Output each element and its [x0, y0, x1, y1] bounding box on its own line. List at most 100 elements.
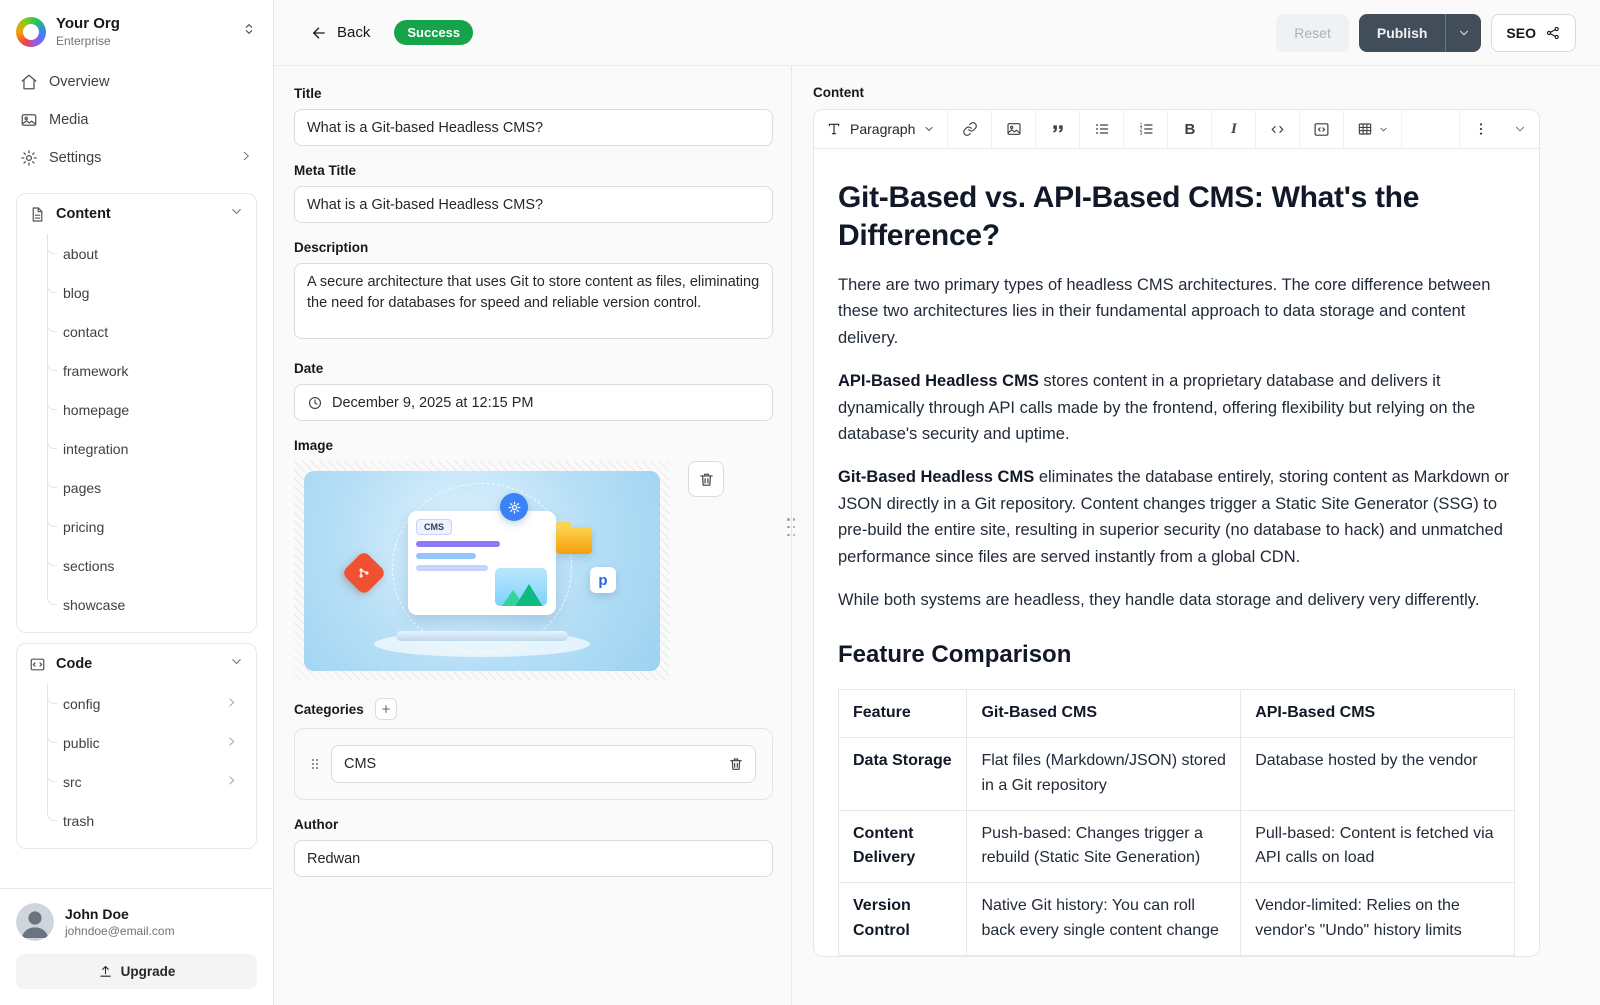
table-cell[interactable]: Push-based: Changes trigger a rebuild (S… — [967, 810, 1241, 883]
table-cell[interactable]: Vendor-limited: Relies on the vendor's "… — [1241, 883, 1515, 956]
toolbar-collapse-button[interactable] — [1501, 110, 1539, 148]
tree-item-sections[interactable]: sections — [17, 546, 248, 585]
chevron-right-icon — [239, 149, 253, 167]
author-input[interactable] — [294, 840, 773, 877]
italic-button[interactable]: I — [1212, 110, 1256, 148]
tree-item-config[interactable]: config — [17, 684, 248, 723]
table-cell[interactable]: Version Control — [839, 883, 967, 956]
panel-resize-handle[interactable] — [791, 66, 792, 1005]
title-field: Title — [294, 86, 773, 146]
sidebar-item-overview[interactable]: Overview — [10, 63, 263, 101]
cms-illustration: CMS — [304, 471, 660, 671]
chevron-down-icon — [1513, 122, 1527, 136]
date-input[interactable]: December 9, 2025 at 12:15 PM — [294, 384, 773, 421]
block-type-label: Paragraph — [850, 121, 915, 137]
chevron-down-icon — [1457, 26, 1471, 40]
table-cell[interactable]: Content Delivery — [839, 810, 967, 883]
bold-button[interactable]: B — [1168, 110, 1212, 148]
tree-item-public[interactable]: public — [17, 723, 248, 762]
bullet-list-button[interactable] — [1080, 110, 1124, 148]
block-type-dropdown[interactable]: Paragraph — [814, 110, 948, 148]
table-header-cell[interactable]: API-Based CMS — [1241, 690, 1515, 738]
tree-item-blog[interactable]: blog — [17, 273, 248, 312]
tree-item-pages[interactable]: pages — [17, 468, 248, 507]
publish-dropdown-button[interactable] — [1445, 14, 1481, 52]
bullet-list-icon — [1094, 121, 1110, 137]
tree-item-trash[interactable]: trash — [17, 801, 248, 840]
categories-field: Categories — [294, 698, 773, 800]
back-button[interactable]: Back — [310, 24, 370, 42]
description-field: Description A secure architecture that u… — [294, 240, 773, 344]
link-button[interactable] — [948, 110, 992, 148]
table-cell[interactable]: Native Git history: You can roll back ev… — [967, 883, 1241, 956]
table-cell[interactable]: Security — [839, 955, 967, 956]
tree-item-label: blog — [63, 285, 89, 301]
insert-image-button[interactable] — [992, 110, 1036, 148]
code-block-button[interactable] — [1300, 110, 1344, 148]
table-cell[interactable]: High: No database to hack; files are sta… — [967, 955, 1241, 956]
tree-item-homepage[interactable]: homepage — [17, 390, 248, 429]
tree-item-integration[interactable]: integration — [17, 429, 248, 468]
upgrade-button[interactable]: Upgrade — [16, 954, 257, 989]
meta-title-input[interactable] — [294, 186, 773, 223]
chevron-right-icon — [225, 696, 238, 712]
clock-icon — [307, 395, 323, 411]
table-row: Version Control Native Git history: You … — [839, 883, 1515, 956]
tree-item-label: src — [63, 774, 82, 790]
tree-item-framework[interactable]: framework — [17, 351, 248, 390]
drag-handle-icon[interactable] — [307, 756, 323, 772]
table-header-cell[interactable]: Git-Based CMS — [967, 690, 1241, 738]
topbar: Back Success Reset Publish SEO — [274, 0, 1600, 66]
tree-item-showcase[interactable]: showcase — [17, 585, 248, 624]
seo-button[interactable]: SEO — [1491, 14, 1576, 52]
publish-button[interactable]: Publish — [1359, 14, 1446, 52]
upload-icon — [98, 964, 113, 979]
chevrons-up-down-icon — [241, 21, 257, 42]
reset-button[interactable]: Reset — [1276, 14, 1349, 52]
doc-paragraph[interactable]: While both systems are headless, they ha… — [838, 587, 1515, 613]
inline-code-icon — [1269, 121, 1286, 138]
code-section-header[interactable]: Code — [17, 644, 256, 684]
inline-code-button[interactable] — [1256, 110, 1300, 148]
table-cell[interactable]: Pull-based: Content is fetched via API c… — [1241, 810, 1515, 883]
delete-image-button[interactable] — [688, 461, 724, 497]
table-cell[interactable]: Moderate: Relies on API security and end… — [1241, 955, 1515, 956]
tree-item-contact[interactable]: contact — [17, 312, 248, 351]
table-cell[interactable]: Data Storage — [839, 738, 967, 811]
date-label: Date — [294, 361, 773, 376]
comparison-table: Feature Git-Based CMS API-Based CMS Data… — [838, 689, 1515, 956]
category-input[interactable] — [331, 745, 756, 783]
chevron-right-icon — [225, 735, 238, 751]
content-section-header[interactable]: Content — [17, 194, 256, 234]
avatar — [16, 903, 54, 941]
table-cell[interactable]: Flat files (Markdown/JSON) stored in a G… — [967, 738, 1241, 811]
table-cell[interactable]: Database hosted by the vendor — [1241, 738, 1515, 811]
delete-category-button[interactable] — [722, 750, 750, 778]
title-input[interactable] — [294, 109, 773, 146]
sidebar-item-settings[interactable]: Settings — [10, 139, 263, 177]
doc-paragraph[interactable]: Git-Based Headless CMS eliminates the da… — [838, 464, 1515, 570]
user-profile[interactable]: John Doe johndoe@email.com — [16, 903, 257, 941]
numbered-list-button[interactable]: 123 — [1124, 110, 1168, 148]
tree-item-about[interactable]: about — [17, 234, 248, 273]
overflow-menu-button[interactable] — [1459, 110, 1501, 148]
tree-item-src[interactable]: src — [17, 762, 248, 801]
description-textarea[interactable]: A secure architecture that uses Git to s… — [294, 263, 773, 339]
blockquote-button[interactable] — [1036, 110, 1080, 148]
doc-heading[interactable]: Git-Based vs. API-Based CMS: What's the … — [838, 179, 1515, 254]
doc-paragraph[interactable]: API-Based Headless CMS stores content in… — [838, 368, 1515, 447]
insert-table-button[interactable] — [1344, 110, 1402, 148]
numbered-list-icon: 123 — [1138, 121, 1154, 137]
sidebar-item-media[interactable]: Media — [10, 101, 263, 139]
image-thumbnail[interactable]: CMS — [294, 461, 670, 681]
tree-item-label: public — [63, 735, 100, 751]
org-switcher[interactable]: Your Org Enterprise — [0, 0, 273, 61]
table-header-row: Feature Git-Based CMS API-Based CMS — [839, 690, 1515, 738]
doc-paragraph[interactable]: There are two primary types of headless … — [838, 272, 1515, 351]
tree-item-label: sections — [63, 558, 114, 574]
table-header-cell[interactable]: Feature — [839, 690, 967, 738]
doc-subheading[interactable]: Feature Comparison — [838, 641, 1515, 669]
editor-document[interactable]: Git-Based vs. API-Based CMS: What's the … — [814, 149, 1539, 956]
add-category-button[interactable] — [375, 698, 397, 720]
tree-item-pricing[interactable]: pricing — [17, 507, 248, 546]
